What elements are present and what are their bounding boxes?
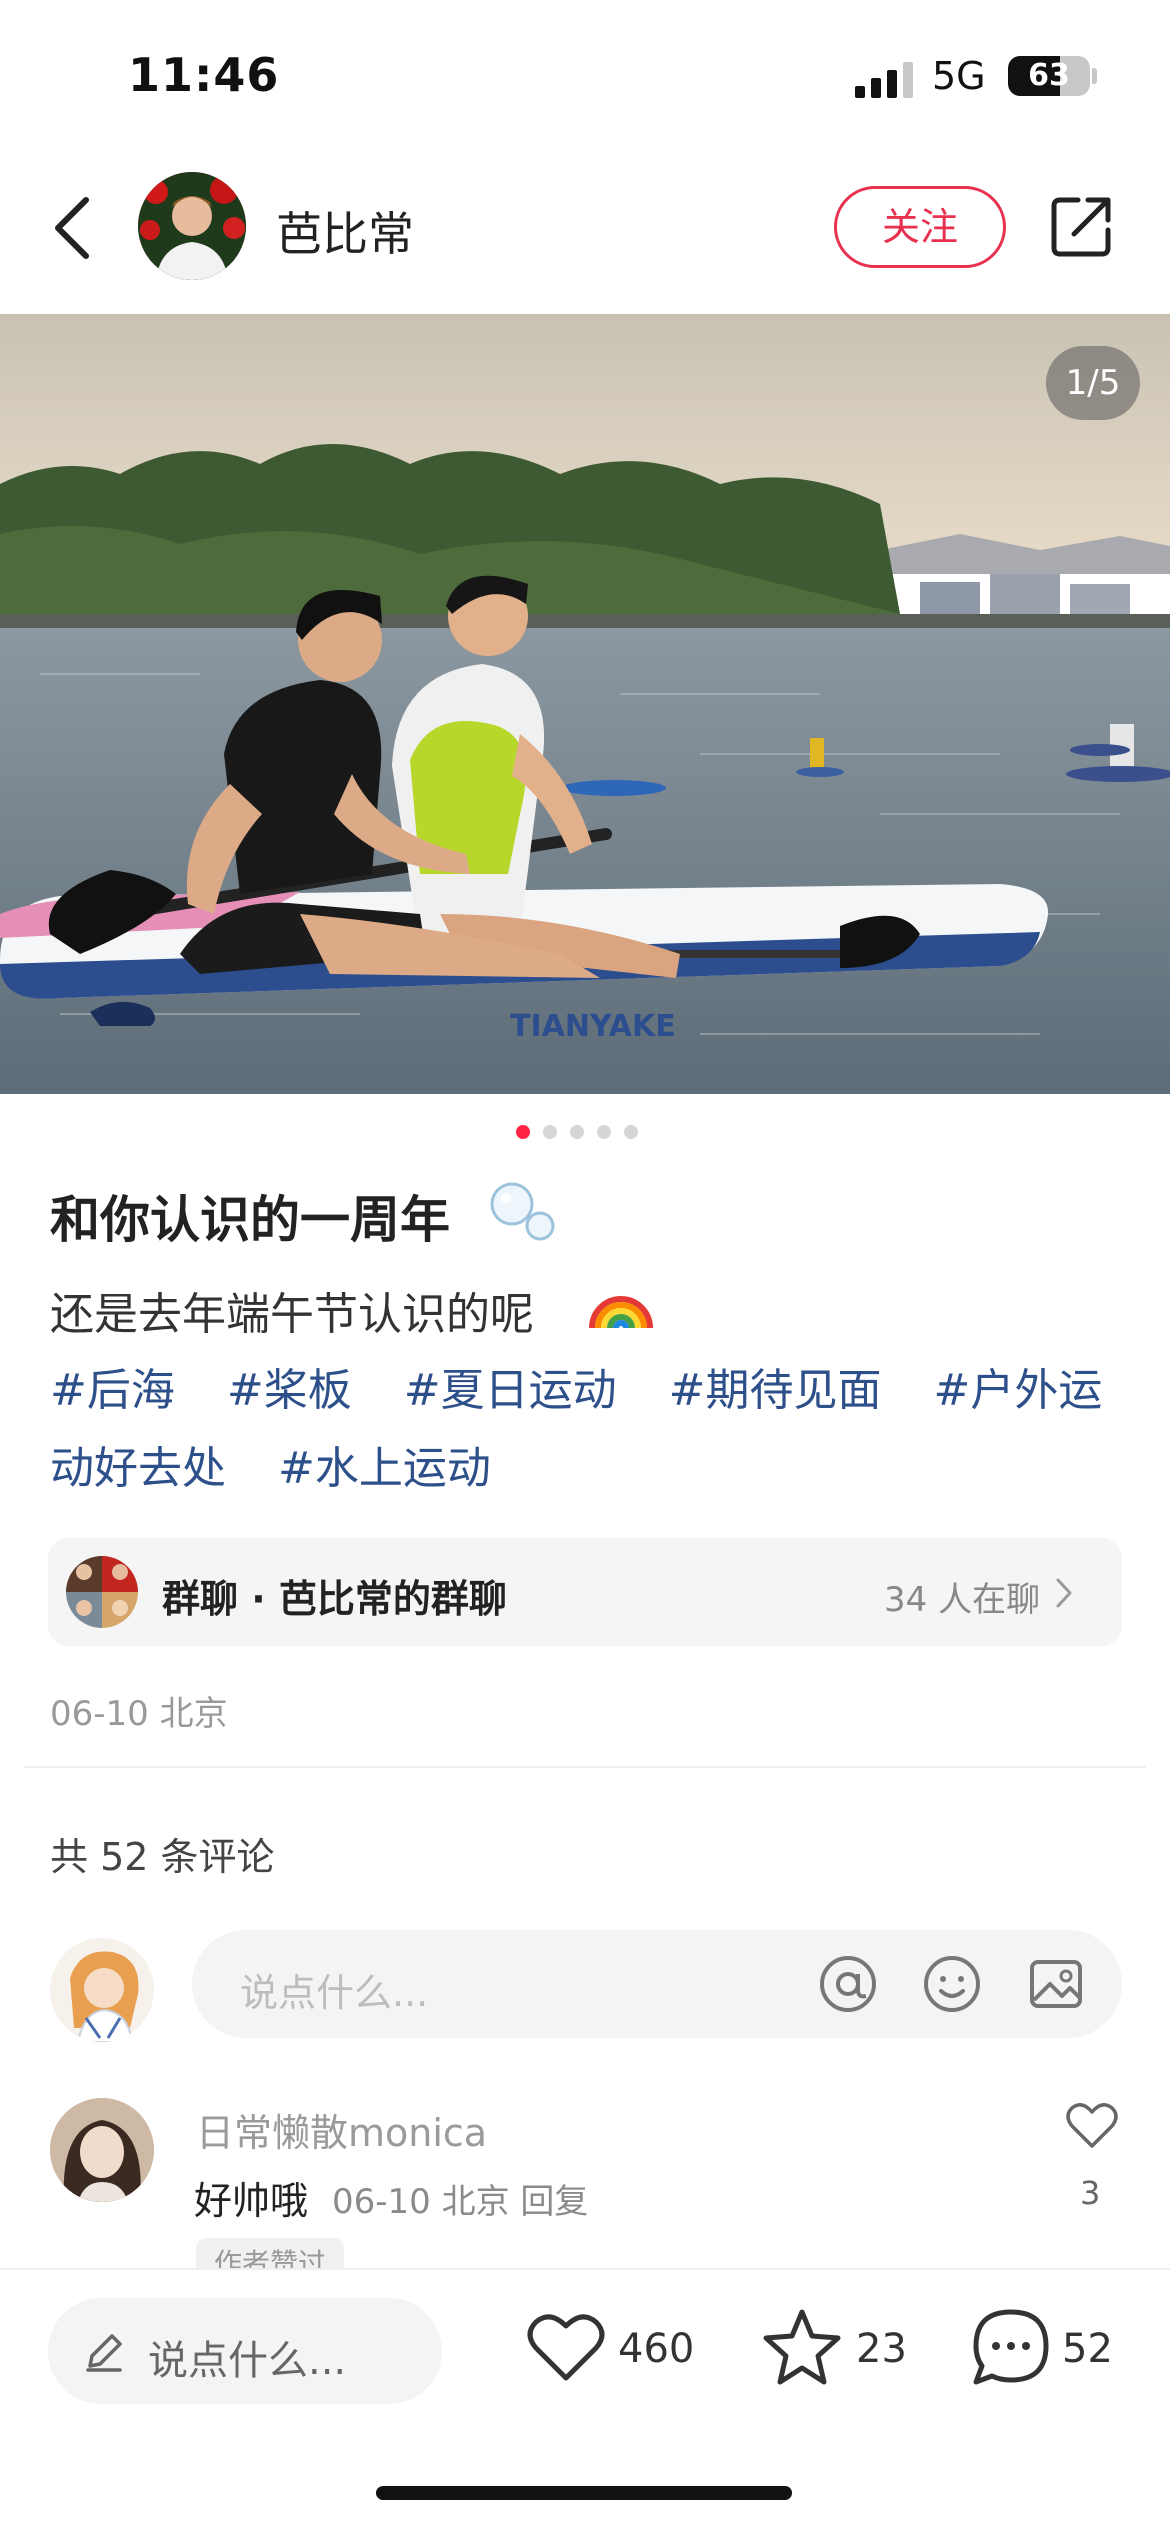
- comment-text: 好帅哦: [194, 2179, 309, 2223]
- like-count: 460: [618, 2326, 695, 2372]
- photo-counter: 1/5: [1046, 346, 1140, 420]
- author-name[interactable]: 芭比常: [276, 198, 414, 264]
- commenter-avatar-image: [50, 2098, 154, 2202]
- comment-total-count: 52: [1062, 2326, 1113, 2372]
- post-photo[interactable]: TIANYAKE: [0, 314, 1170, 1094]
- hashtag[interactable]: #桨板: [227, 1365, 352, 1416]
- group-member-count: 34 人在聊: [884, 1580, 1041, 1620]
- status-time: 11:46: [128, 48, 280, 102]
- carousel-dot: [570, 1125, 584, 1139]
- paddleboard-photo: TIANYAKE: [0, 314, 1170, 1094]
- hashtag[interactable]: #后海: [50, 1365, 175, 1416]
- rainbow-emoji-icon: [589, 1296, 653, 1329]
- post-date-location: 06-10 北京: [50, 1694, 228, 1734]
- comment-count: 共 52 条评论: [50, 1835, 275, 1879]
- post-title: 和你认识的一周年: [50, 1191, 450, 1249]
- commenter-avatar[interactable]: [50, 2098, 154, 2202]
- divider: [24, 1766, 1146, 1768]
- battery-icon: 63: [1008, 56, 1090, 96]
- share-icon[interactable]: [1050, 194, 1114, 258]
- battery-cap: [1092, 68, 1097, 84]
- comment-input-placeholder: 说点什么...: [240, 1971, 429, 2015]
- battery-level: 63: [1028, 58, 1070, 93]
- carousel-dot: [597, 1125, 611, 1139]
- my-avatar[interactable]: [50, 1938, 154, 2042]
- post-description: 还是去年端午节认识的呢: [50, 1289, 534, 1340]
- network-type: 5G: [932, 54, 986, 98]
- like-icon[interactable]: [526, 2310, 606, 2384]
- bottom-input-placeholder: 说点什么...: [148, 2338, 347, 2384]
- image-upload-icon[interactable]: [1026, 1954, 1086, 2014]
- favorite-count: 23: [856, 2326, 907, 2372]
- author-avatar[interactable]: [138, 172, 246, 280]
- back-icon[interactable]: [50, 196, 94, 260]
- bubbles-emoji-icon: [490, 1182, 555, 1241]
- carousel-dot: [543, 1125, 557, 1139]
- comment-meta[interactable]: 06-10 北京 回复: [332, 2174, 588, 2223]
- home-indicator: [376, 2486, 792, 2500]
- group-chat-label: 群聊 · 芭比常的群聊: [162, 1577, 507, 1621]
- board-brand-text: TIANYAKE: [510, 1009, 676, 1044]
- follow-button[interactable]: 关注: [834, 186, 1006, 268]
- comment-like-count: 3: [1080, 2174, 1101, 2212]
- hashtag-list: #后海 #桨板 #夏日运动 #期待见面 #户外运动好去处 #水上运动: [50, 1352, 1130, 1508]
- carousel-dots: [516, 1124, 651, 1140]
- favorite-star-icon[interactable]: [762, 2306, 842, 2386]
- commenter-name[interactable]: 日常懒散monica: [196, 2102, 487, 2157]
- pencil-icon: [86, 2334, 122, 2372]
- comment-bubble-icon[interactable]: [970, 2306, 1052, 2388]
- my-avatar-image: [50, 1938, 154, 2042]
- signal-icon: [855, 62, 913, 98]
- hashtag[interactable]: #水上运动: [278, 1443, 491, 1494]
- hashtag[interactable]: #夏日运动: [404, 1365, 617, 1416]
- emoji-icon[interactable]: [922, 1954, 982, 2014]
- comment-like-icon[interactable]: [1066, 2102, 1118, 2150]
- carousel-dot-active: [516, 1125, 530, 1139]
- chevron-right-icon: [1056, 1578, 1072, 1608]
- at-mention-icon[interactable]: [818, 1954, 878, 2014]
- group-avatar: [66, 1556, 138, 1628]
- author-avatar-image: [138, 172, 246, 280]
- group-avatar-image: [66, 1556, 138, 1628]
- carousel-dot: [624, 1125, 638, 1139]
- hashtag[interactable]: #期待见面: [669, 1365, 882, 1416]
